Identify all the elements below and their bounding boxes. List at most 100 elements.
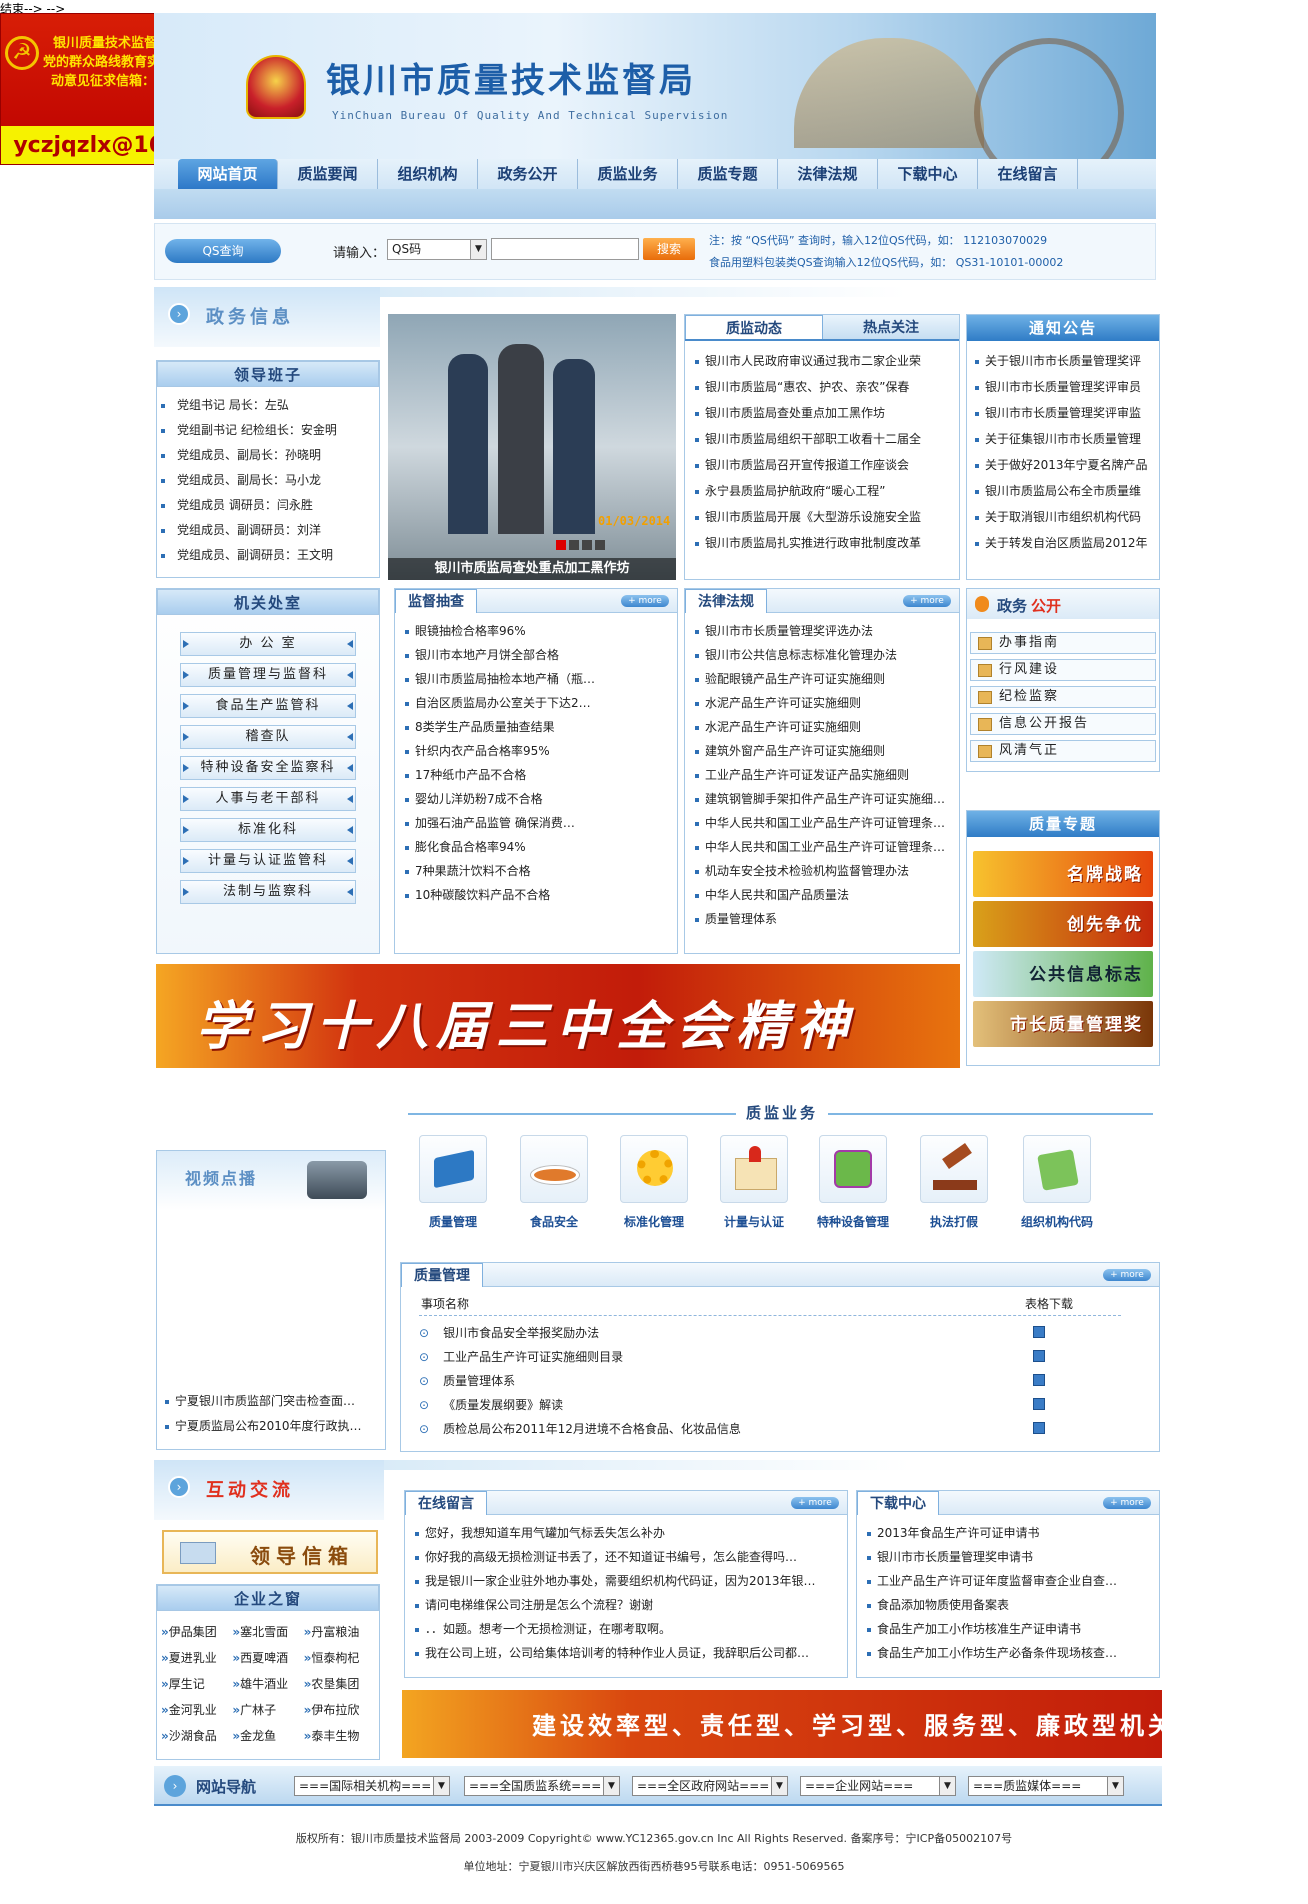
law-item[interactable]: 工业产品生产许可证发证产品实施细则 [691, 763, 953, 787]
video-item[interactable]: 宁夏质监局公布2010年度行政执… [161, 1414, 383, 1439]
notice-item[interactable]: 关于转发自治区质监局2012年 [971, 531, 1155, 557]
leader-item[interactable]: 党组成员 调研员：闫永胜 [157, 493, 379, 518]
nav-topics[interactable]: 质监专题 [678, 159, 778, 189]
intl-orgs-select[interactable]: ===国际相关机构=== ▼ [294, 1776, 450, 1796]
messages-more-button[interactable]: + more [791, 1497, 839, 1509]
service-special-equipment[interactable]: 特种设备管理 [812, 1135, 894, 1230]
inspection-item[interactable]: 婴幼儿洋奶粉7成不合格 [401, 787, 671, 811]
nav-business[interactable]: 质监业务 [578, 159, 678, 189]
enterprise-link[interactable]: »伊布拉欣 [304, 1697, 375, 1723]
qs-type-select[interactable]: QS码 ▼ [387, 239, 487, 260]
table-row[interactable]: ⊙ 工业产品生产许可证实施细则目录 [419, 1345, 1119, 1369]
download-item[interactable]: 食品添加物质使用备案表 [863, 1593, 1153, 1617]
leader-item[interactable]: 党组成员、副局长：孙晓明 [157, 443, 379, 468]
qts-media-select[interactable]: ===质监媒体=== ▼ [968, 1776, 1124, 1796]
table-row[interactable]: ⊙ 《质量发展纲要》解读 [419, 1393, 1119, 1417]
inspection-item[interactable]: 10种碳酸饮料产品不合格 [401, 883, 671, 907]
notice-item[interactable]: 关于征集银川市市长质量管理 [971, 427, 1155, 453]
dept-metrology[interactable]: 计量与认证监管科 [180, 849, 356, 873]
law-item[interactable]: 中华人民共和国产品质量法 [691, 883, 953, 907]
enterprise-link[interactable]: »金龙鱼 [232, 1723, 303, 1749]
qs-code-input[interactable] [491, 238, 639, 260]
notice-item[interactable]: 关于做好2013年宁夏名牌产品 [971, 453, 1155, 479]
enterprise-link[interactable]: »丹富粮油 [304, 1619, 375, 1645]
nav-organization[interactable]: 组织机构 [378, 159, 478, 189]
topic-mayor-award[interactable]: 市长质量管理奖 [973, 1001, 1153, 1047]
law-item[interactable]: 质量管理体系 [691, 907, 953, 931]
service-org-code[interactable]: 组织机构代码 [1012, 1135, 1102, 1230]
inspection-more-button[interactable]: + more [621, 595, 669, 607]
enterprise-link[interactable]: »塞北雪面 [232, 1619, 303, 1645]
tab-hot-topics[interactable]: 热点关注 [823, 315, 959, 339]
nav-gov-affairs[interactable]: 政务公开 [478, 159, 578, 189]
gov-discipline-button[interactable]: 纪检监察 [970, 686, 1156, 708]
notice-item[interactable]: 银川市市长质量管理奖评审监 [971, 401, 1155, 427]
photo-pager[interactable] [556, 540, 605, 550]
enterprise-link[interactable]: »恒泰枸杞 [304, 1645, 375, 1671]
news-item[interactable]: 银川市质监局扎实推进行政审批制度改革 [691, 531, 953, 557]
enterprise-link[interactable]: »广林子 [232, 1697, 303, 1723]
inspection-item[interactable]: 8类学生产品质量抽查结果 [401, 715, 671, 739]
notice-item[interactable]: 银川市市长质量管理奖评审员 [971, 375, 1155, 401]
leader-item[interactable]: 党组成员、副调研员：王文明 [157, 543, 379, 568]
table-row[interactable]: ⊙ 银川市食品安全举报奖励办法 [419, 1321, 1119, 1345]
inspection-item[interactable]: 自治区质监局办公室关于下达2… [401, 691, 671, 715]
download-item[interactable]: 食品生产加工小作坊核准生产证申请书 [863, 1617, 1153, 1641]
leader-item[interactable]: 党组书记 局长：左弘 [157, 393, 379, 418]
enterprise-link[interactable]: »伊品集团 [161, 1619, 232, 1645]
service-quality-management[interactable]: 质量管理 [417, 1135, 489, 1230]
dept-quality[interactable]: 质量管理与监督科 [180, 663, 356, 687]
service-standardization[interactable]: 标准化管理 [618, 1135, 690, 1230]
law-item[interactable]: 银川市公共信息标志标准化管理办法 [691, 643, 953, 667]
law-item[interactable]: 机动车安全技术检验机构监督管理办法 [691, 859, 953, 883]
service-food-safety[interactable]: 食品安全 [518, 1135, 590, 1230]
tab-news-dynamics[interactable]: 质监动态 [685, 315, 823, 339]
leader-item[interactable]: 党组成员、副局长：马小龙 [157, 468, 379, 493]
notice-item[interactable]: 关于银川市市长质量管理奖评 [971, 349, 1155, 375]
qs-query-button[interactable]: QS查询 [165, 239, 281, 263]
message-item[interactable]: 我在公司上班，公司给集体培训考的特种作业人员证，我辞职后公司都… [411, 1641, 841, 1665]
gov-conduct-button[interactable]: 行风建设 [970, 659, 1156, 681]
law-item[interactable]: 建筑钢管脚手架扣件产品生产许可证实施细… [691, 787, 953, 811]
law-item[interactable]: 水泥产品生产许可证实施细则 [691, 691, 953, 715]
enterprise-link[interactable]: »金河乳业 [161, 1697, 232, 1723]
dept-standardization[interactable]: 标准化科 [180, 818, 356, 842]
law-item[interactable]: 银川市市长质量管理奖评选办法 [691, 619, 953, 643]
enterprise-link[interactable]: »雄牛酒业 [232, 1671, 303, 1697]
notice-item[interactable]: 关于取消银川市组织机构代码 [971, 505, 1155, 531]
nav-news[interactable]: 质监要闻 [278, 159, 378, 189]
nav-home[interactable]: 网站首页 [178, 159, 278, 189]
inspection-item[interactable]: 眼镜抽检合格率96% [401, 619, 671, 643]
table-row[interactable]: ⊙ 质检总局公布2011年12月进境不合格食品、化妆品信息 [419, 1417, 1119, 1441]
enterprise-sites-select[interactable]: ===企业网站=== ▼ [800, 1776, 956, 1796]
topic-excellence[interactable]: 创先争优 [973, 901, 1153, 947]
leader-item[interactable]: 党组副书记 纪检组长：安金明 [157, 418, 379, 443]
news-item[interactable]: 银川市质监局“惠农、护农、亲农”保春 [691, 375, 953, 401]
gov-integrity-button[interactable]: 风清气正 [970, 740, 1156, 762]
topic-public-signs[interactable]: 公共信息标志 [973, 951, 1153, 997]
dept-inspection-team[interactable]: 稽查队 [180, 725, 356, 749]
enterprise-link[interactable]: »西夏啤酒 [232, 1645, 303, 1671]
message-item[interactable]: 您好，我想知道车用气罐加气标丢失怎么补办 [411, 1521, 841, 1545]
service-metrology[interactable]: 计量与认证 [718, 1135, 790, 1230]
dept-personnel[interactable]: 人事与老干部科 [180, 787, 356, 811]
nav-laws[interactable]: 法律法规 [778, 159, 878, 189]
inspection-item[interactable]: 银川市质监局抽检本地产桶（瓶… [401, 667, 671, 691]
efficiency-banner[interactable]: 建设效率型、责任型、学习型、服务型、廉政型机关 [402, 1690, 1162, 1758]
inspection-item[interactable]: 针织内衣产品合格率95% [401, 739, 671, 763]
laws-more-button[interactable]: + more [903, 595, 951, 607]
news-item[interactable]: 银川市人民政府审议通过我市二家企业荣 [691, 349, 953, 375]
inspection-item[interactable]: 7种果蔬汁饮料不合格 [401, 859, 671, 883]
leader-item[interactable]: 党组成员、副调研员：刘洋 [157, 518, 379, 543]
inspection-item[interactable]: 银川市本地产月饼全部合格 [401, 643, 671, 667]
national-qts-select[interactable]: ===全国质监系统=== ▼ [464, 1776, 620, 1796]
regional-gov-select[interactable]: ===全区政府网站=== ▼ [632, 1776, 788, 1796]
study-plenum-banner[interactable]: 学习十八届三中全会精神 [156, 964, 960, 1068]
quality-more-button[interactable]: + more [1103, 1269, 1151, 1281]
message-item[interactable]: 请问电梯维保公司注册是怎么个流程？谢谢 [411, 1593, 841, 1617]
enterprise-link[interactable]: »泰丰生物 [304, 1723, 375, 1749]
download-item[interactable]: 银川市市长质量管理奖申请书 [863, 1545, 1153, 1569]
inspection-item[interactable]: 膨化食品合格率94% [401, 835, 671, 859]
news-item[interactable]: 银川市质监局组织干部职工收看十二届全 [691, 427, 953, 453]
table-row[interactable]: ⊙ 质量管理体系 [419, 1369, 1119, 1393]
